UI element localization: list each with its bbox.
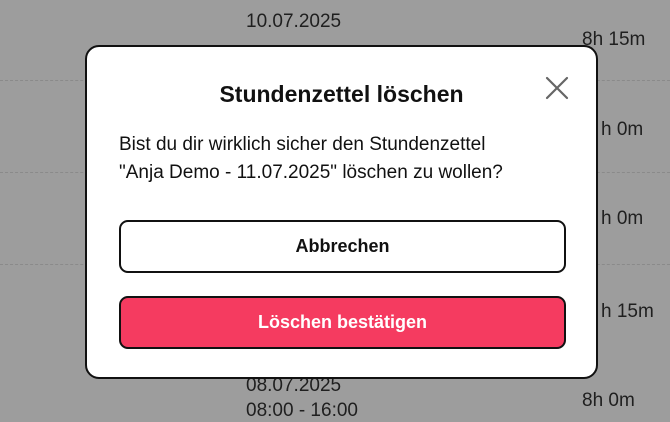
entry-date: 10.07.2025 xyxy=(246,11,342,32)
confirm-delete-button[interactable]: Löschen bestätigen xyxy=(119,296,566,349)
entry-duration: h 15m xyxy=(601,301,654,322)
entry-duration: h 0m xyxy=(601,119,644,140)
entry-duration: 8h 0m xyxy=(582,390,635,411)
entry-duration: h 0m xyxy=(601,208,644,229)
delete-timesheet-dialog: Stundenzettel löschen Bist du dir wirkli… xyxy=(85,45,598,379)
cancel-button[interactable]: Abbrechen xyxy=(119,220,566,273)
dialog-message-line: "Anja Demo - 11.07.2025" löschen zu woll… xyxy=(119,162,503,183)
dialog-title: Stundenzettel löschen xyxy=(219,81,464,107)
dialog-message: Bist du dir wirklich sicher den Stundenz… xyxy=(119,131,566,187)
entry-time-range: 08:00 - 16:00 xyxy=(246,400,358,421)
dialog-message-line: Bist du dir wirklich sicher den Stundenz… xyxy=(119,134,486,155)
close-button[interactable] xyxy=(544,75,570,101)
close-icon xyxy=(545,76,569,100)
